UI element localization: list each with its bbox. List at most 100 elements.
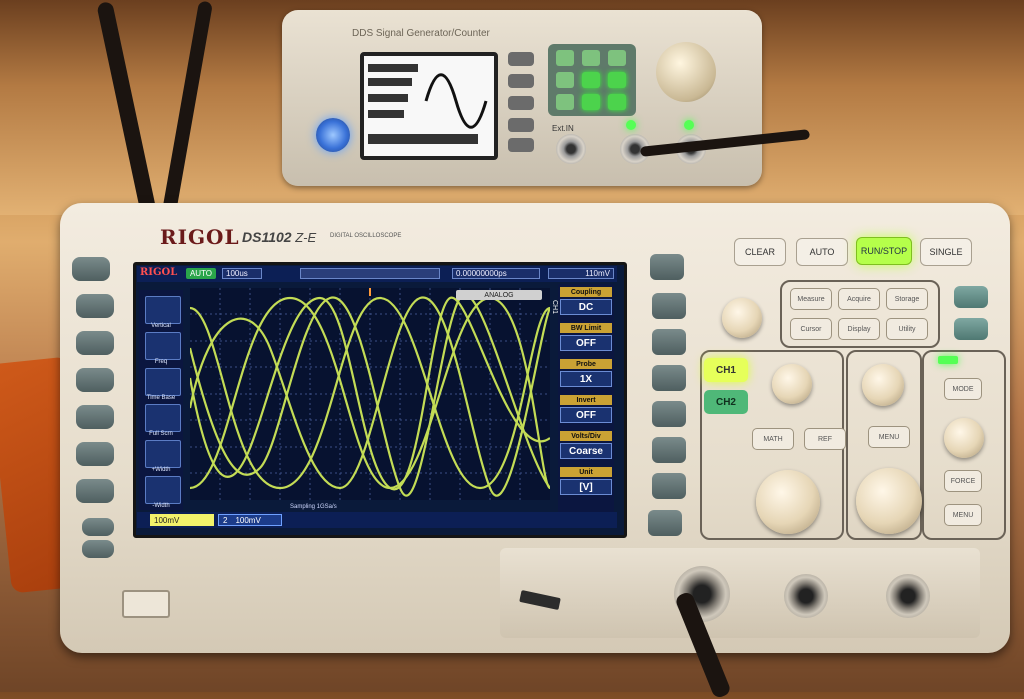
acquire-key[interactable]: Acquire [838,288,880,310]
measure-label: Time Base [146,395,176,401]
ch2-scale-value: 100mV [235,515,261,525]
softkey-left[interactable] [76,368,114,392]
storage-key[interactable]: Storage [886,288,928,310]
softkey-left[interactable] [76,331,114,355]
run-stop-key[interactable]: RUN/STOP [856,237,912,265]
measure-fullscreen[interactable] [145,404,181,432]
generator-display [360,52,498,160]
measure-label: Freq [154,359,168,365]
trigger-mode-key[interactable]: MODE [944,378,982,400]
horizontal-menu-key[interactable]: MENU [868,426,910,448]
generator-title: DDS Signal Generator/Counter [352,28,490,39]
arrow-right-key[interactable] [608,72,626,88]
memory-bar [300,268,440,279]
menu-value-probe[interactable]: 1X [560,371,612,387]
generator-key[interactable] [582,94,600,110]
ref-key[interactable]: REF [804,428,846,450]
measure-label: +Width [151,467,171,473]
ch2-input-connector[interactable] [784,574,828,618]
softkey-left[interactable] [76,479,114,503]
trigger-level-readout: 110mV [548,268,614,279]
generator-key[interactable] [556,72,574,88]
softkey-right[interactable] [652,473,686,499]
waveform-grid [190,288,550,500]
generator-softkey[interactable] [508,118,534,132]
generator-softkey[interactable] [508,52,534,66]
softkey-right[interactable] [652,437,686,463]
measure-freq[interactable] [145,332,181,360]
measure-vertical[interactable] [145,296,181,324]
ext-in-label: Ext.IN [552,124,574,133]
generator-key[interactable] [556,50,574,66]
menu-value-volts-div[interactable]: Coarse [560,443,612,459]
power-button[interactable] [316,118,350,152]
auto-key[interactable]: AUTO [796,238,848,266]
softkey-left[interactable] [76,442,114,466]
display-key[interactable]: Display [838,318,880,340]
softkey-right[interactable] [652,293,686,319]
output-led [626,120,636,130]
clear-key[interactable]: CLEAR [734,238,786,266]
horizontal-position-knob[interactable] [862,364,904,406]
softkey-left[interactable] [76,294,114,318]
generator-key[interactable] [608,94,626,110]
softkey-right[interactable] [652,401,686,427]
trigger-led [938,356,958,364]
menu-value-invert[interactable]: OFF [560,407,612,423]
trigger-menu-key[interactable]: MENU [944,504,982,526]
math-key[interactable]: MATH [752,428,794,450]
measure-key[interactable]: Measure [790,288,832,310]
screen-logo: RIGOL [140,267,178,278]
ch2-number: 2 [223,515,228,525]
trigger-force-key[interactable]: FORCE [944,470,982,492]
generator-knob[interactable] [656,42,716,102]
arrow-left-key[interactable] [582,72,600,88]
ext-trigger-connector[interactable] [886,574,930,618]
softkey-right[interactable] [652,365,686,391]
measure-timebase[interactable] [145,368,181,396]
menu-key[interactable] [72,257,110,281]
menu-value-coupling[interactable]: DC [560,299,612,315]
ch1-button[interactable]: CH1 [704,358,748,382]
menu-value-unit[interactable]: [V] [560,479,612,495]
generator-key[interactable] [556,94,574,110]
brand-logo: RIGOL [160,225,240,249]
generator-softkey[interactable] [508,138,534,152]
ch1-scale: 100mV [150,514,214,526]
measure-neg-width[interactable] [145,476,181,504]
measure-pos-width[interactable] [145,440,181,468]
page-down-key[interactable] [82,540,114,558]
generator-key[interactable] [582,50,600,66]
output-led [684,120,694,130]
page-up-key[interactable] [82,518,114,536]
vertical-scale-knob[interactable] [756,470,820,534]
menu-title-unit: Unit [560,467,612,477]
generator-softkey[interactable] [508,74,534,88]
default-key[interactable] [954,286,988,308]
softkey-right[interactable] [652,329,686,355]
ch2-scale: 2 100mV [218,514,282,526]
down-arrow-key[interactable] [648,510,682,536]
cursor-key[interactable]: Cursor [790,318,832,340]
trigger-label: ANALOG [456,290,542,300]
model-number: DS1102 [242,229,292,245]
menu-value-bw-limit[interactable]: OFF [560,335,612,351]
generator-waveform [364,56,494,156]
utility-key[interactable]: Utility [886,318,928,340]
generator-softkey[interactable] [508,96,534,110]
softkey-left[interactable] [76,405,114,429]
menu-title-coupling: Coupling [560,287,612,297]
up-arrow-key[interactable] [650,254,684,280]
single-key[interactable]: SINGLE [920,238,972,266]
vertical-position-knob[interactable] [772,364,812,404]
multifunction-knob[interactable] [722,298,762,338]
help-key[interactable] [954,318,988,340]
power-switch[interactable] [122,590,170,618]
ch2-button[interactable]: CH2 [704,390,748,414]
ext-in-connector[interactable] [556,134,586,164]
measure-label: Vertical [151,323,171,329]
generator-key[interactable] [608,50,626,66]
measure-label: Full Scrn [149,431,173,437]
trigger-level-knob[interactable] [944,418,984,458]
horizontal-scale-knob[interactable] [856,468,922,534]
